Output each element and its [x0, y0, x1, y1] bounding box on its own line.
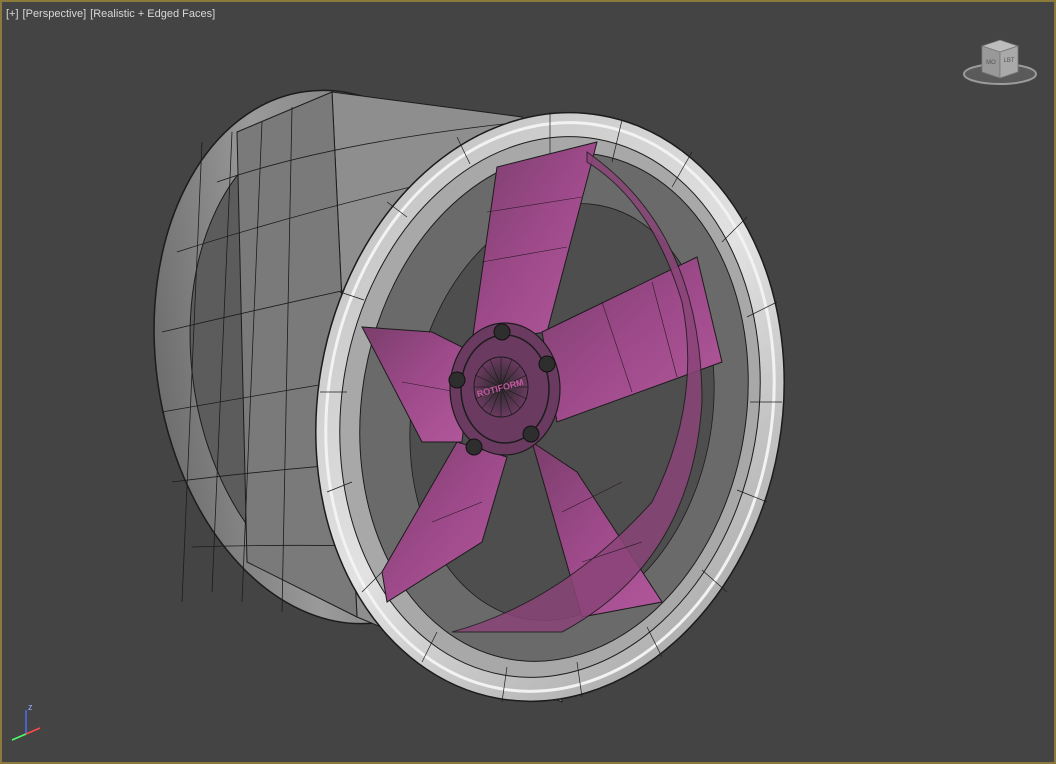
perspective-viewport[interactable]: [+] [Perspective] [Realistic + Edged Fac… — [0, 0, 1056, 764]
rim-center-hub: ROTIFORM — [448, 322, 561, 456]
cube-icon[interactable]: MO LBT — [980, 39, 1020, 79]
wheel-rim-model[interactable]: ROTIFORM — [2, 2, 1054, 762]
viewcube-face-right[interactable]: LBT — [1003, 58, 1014, 64]
axis-z-label: z — [28, 702, 33, 712]
viewcube[interactable]: MO LBT — [960, 36, 1040, 92]
axis-tripod-icon: z — [6, 702, 42, 746]
viewcube-face-left[interactable]: MO — [986, 60, 996, 66]
